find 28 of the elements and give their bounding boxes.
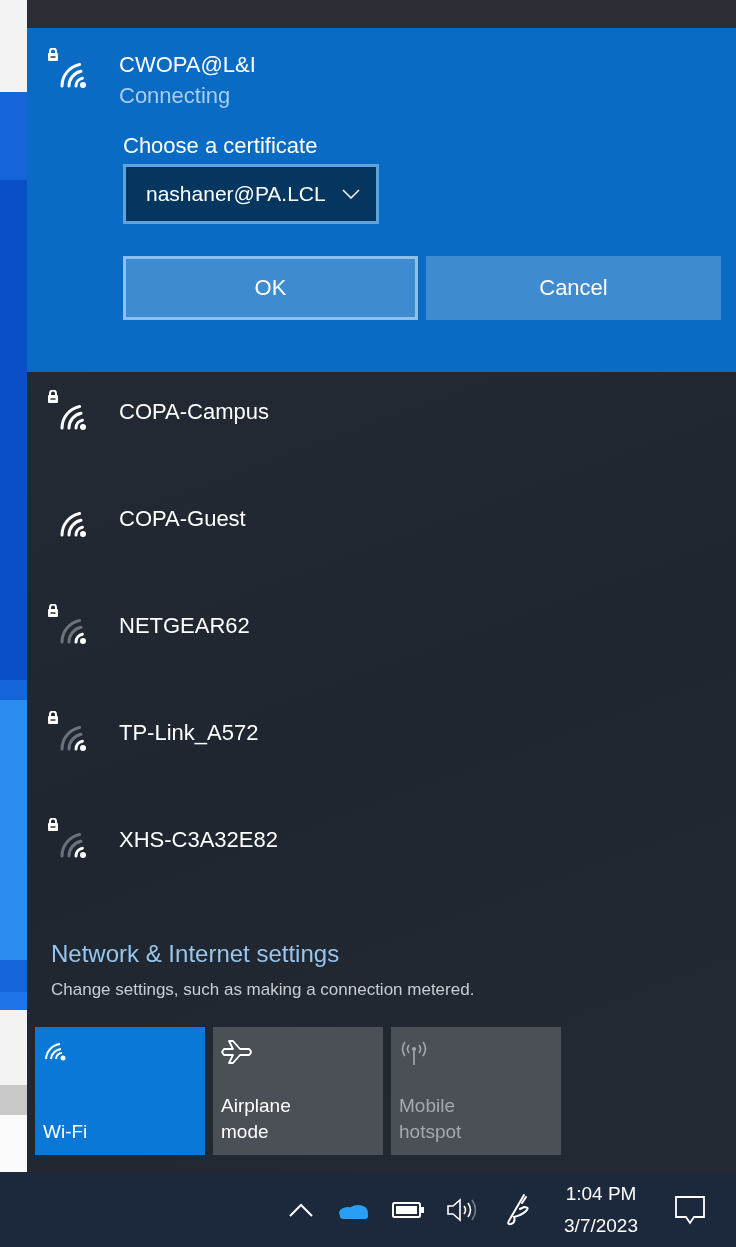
network-item[interactable]: COPA-Campus — [27, 372, 736, 479]
dialog-button[interactable]: OK — [123, 256, 418, 320]
battery-icon — [392, 1200, 425, 1219]
settings-link[interactable]: Network & Internet settings — [51, 939, 340, 969]
airplane-icon — [221, 1039, 255, 1065]
network-name: COPA-Guest — [119, 505, 246, 533]
network-item[interactable]: NETGEAR62 — [27, 586, 736, 693]
network-name: CWOPA@L&I — [119, 51, 256, 79]
network-item[interactable]: TP-Link_A572 — [27, 693, 736, 800]
network-item[interactable]: COPA-Guest — [27, 479, 736, 586]
hotspot-icon — [399, 1039, 429, 1067]
network-item[interactable]: CWOPA@L&I Connecting Choose a certificate nashaner@PA.LCL OK Cancel — [27, 28, 736, 372]
quick-action-tile[interactable]: Wi-Fi — [35, 1027, 205, 1155]
prompt-label: Choose a certificate — [123, 132, 318, 160]
network-name: XHS-C3A32E82 — [119, 826, 278, 854]
notifications-icon — [674, 1194, 706, 1225]
certificate-dropdown[interactable]: nashaner@PA.LCL — [123, 164, 379, 224]
network-name: TP-Link_A572 — [119, 719, 259, 747]
network-name: NETGEAR62 — [119, 612, 250, 640]
chevron-down-icon — [341, 189, 360, 199]
clock[interactable]: 1:04 PM 3/7/2023 — [564, 1177, 638, 1242]
dialog-button[interactable]: Cancel — [426, 256, 721, 320]
network-status: Connecting — [119, 82, 232, 110]
network-name: COPA-Campus — [119, 398, 269, 426]
settings-description: Change settings, such as making a connection metered. — [51, 979, 475, 1001]
chevron-up-icon — [288, 1201, 315, 1218]
network-item[interactable]: XHS-C3A32E82 — [27, 800, 736, 907]
quick-action-tile[interactable]: Airplane mode — [213, 1027, 383, 1155]
